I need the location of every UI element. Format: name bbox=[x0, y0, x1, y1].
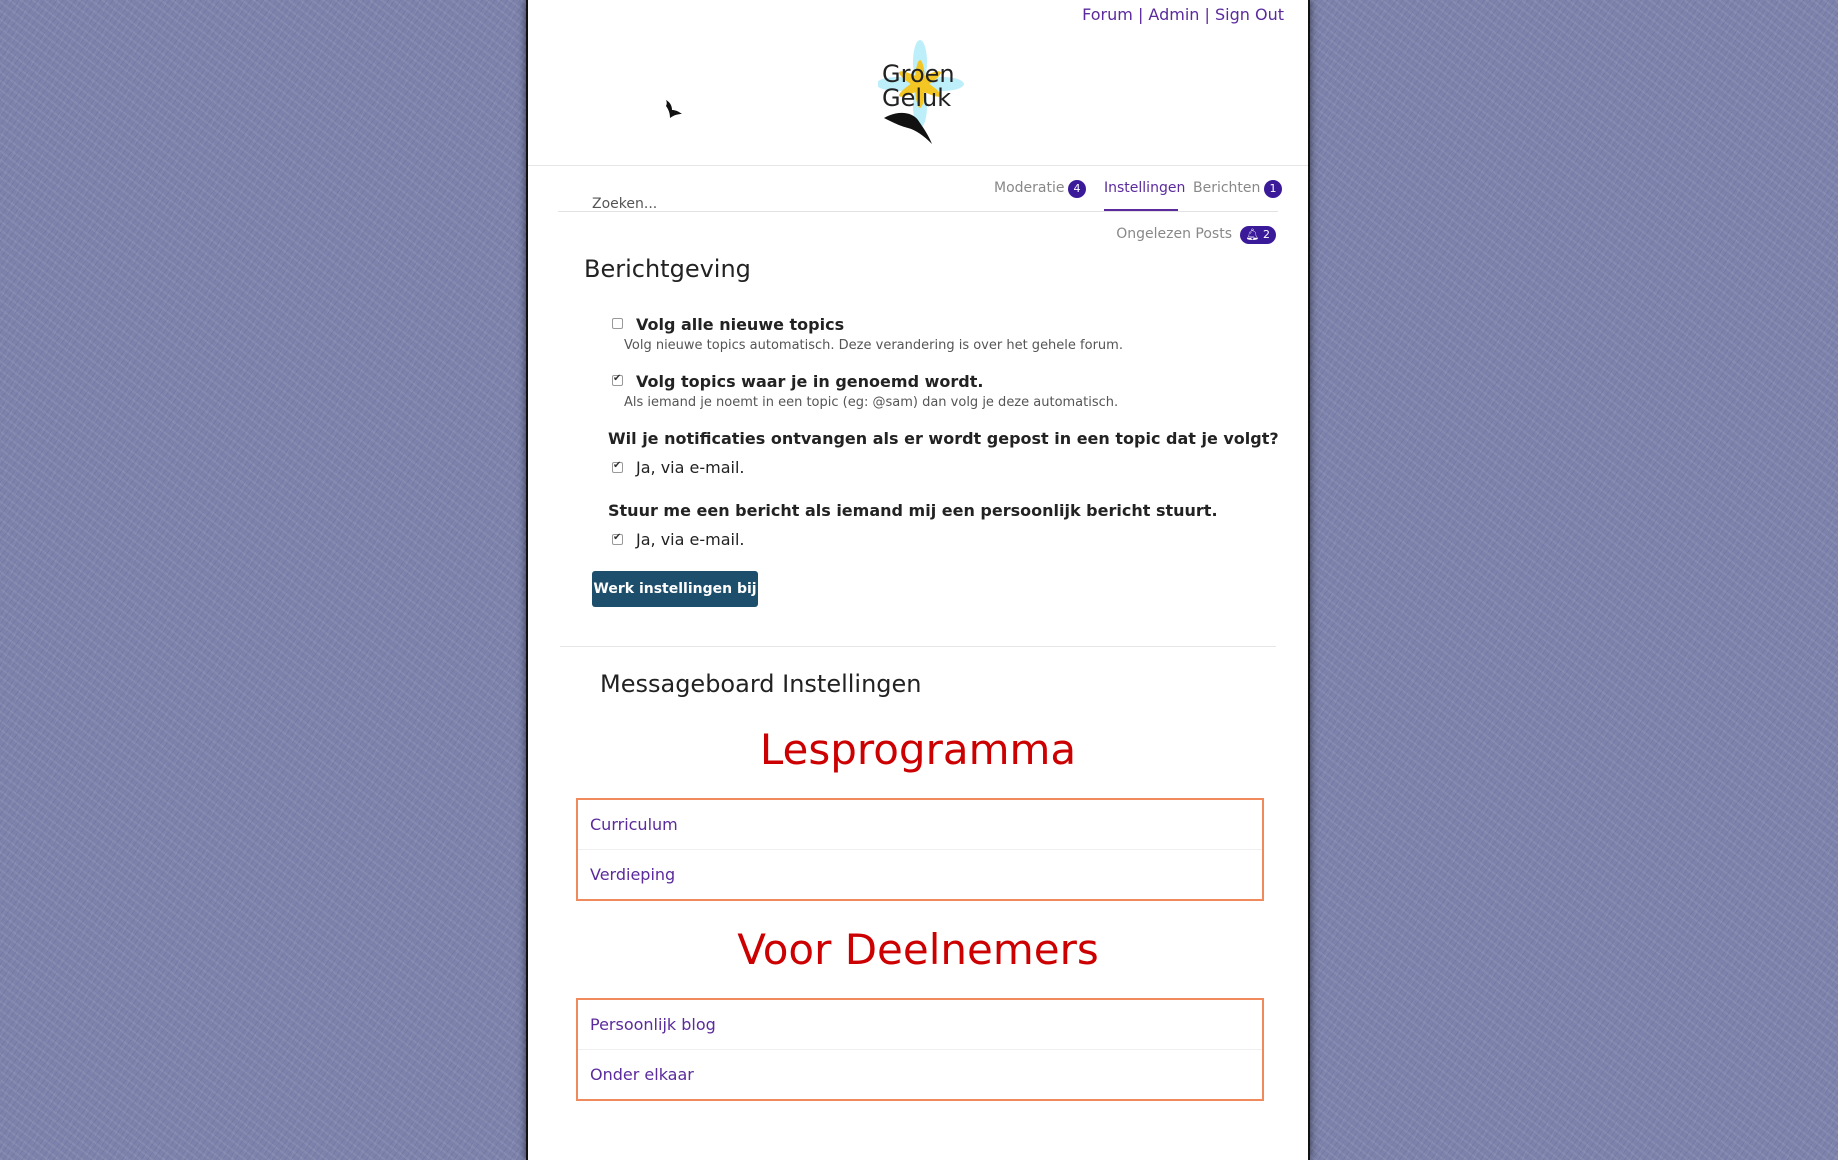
messageboard-heading: Messageboard Instellingen bbox=[600, 670, 922, 698]
berichten-count-badge: 1 bbox=[1264, 180, 1282, 198]
search-input[interactable]: Zoeken... bbox=[592, 196, 657, 212]
group-box-voor-deelnemers: Persoonlijk blog Onder elkaar bbox=[576, 998, 1264, 1101]
unread-count-badge[interactable]: 🔔︎ 2 bbox=[1239, 226, 1276, 244]
forum-link-persoonlijk-blog[interactable]: Persoonlijk blog bbox=[578, 1000, 1262, 1049]
bell-icon: 🔔︎ bbox=[1245, 228, 1260, 241]
follow-mentioned-description: Als iemand je noemt in een topic (eg: @s… bbox=[624, 395, 1119, 410]
section-divider bbox=[560, 646, 1276, 647]
forum-link-curriculum[interactable]: Curriculum bbox=[578, 800, 1262, 849]
topic-email-checkbox[interactable] bbox=[612, 460, 623, 473]
follow-mentioned-title: Volg topics waar je in genoemd wordt. bbox=[636, 372, 984, 391]
notifications-heading: Berichtgeving bbox=[584, 255, 751, 283]
page-container: Forum | Admin | Sign Out Groen Geluk Mod… bbox=[526, 0, 1310, 1160]
top-link-separator: | bbox=[1137, 5, 1144, 24]
topic-notification-question: Wil je notificaties ontvangen als er wor… bbox=[608, 429, 1279, 448]
pm-notification-question: Stuur me een bericht als iemand mij een … bbox=[608, 501, 1218, 520]
pm-email-checkbox[interactable] bbox=[612, 532, 623, 545]
unread-posts-link[interactable]: Ongelezen Posts bbox=[1116, 226, 1232, 242]
header-divider bbox=[528, 165, 1308, 166]
top-link-separator: | bbox=[1204, 5, 1210, 24]
sign-out-link[interactable]: Sign Out bbox=[1215, 5, 1284, 24]
follow-all-title: Volg alle nieuwe topics bbox=[636, 315, 845, 334]
logo-text: Groen Geluk bbox=[882, 60, 955, 112]
group-title-lesprogramma: Lesprogramma bbox=[759, 725, 1077, 774]
admin-link[interactable]: Admin bbox=[1148, 5, 1199, 24]
update-settings-button[interactable]: Werk instellingen bij bbox=[592, 571, 758, 607]
moderatie-count-badge: 4 bbox=[1068, 180, 1086, 198]
topic-email-label: Ja, via e-mail. bbox=[636, 458, 745, 477]
forum-link-onder-elkaar[interactable]: Onder elkaar bbox=[578, 1049, 1262, 1099]
search-underline bbox=[558, 211, 1278, 212]
follow-all-description: Volg nieuwe topics automatisch. Deze ver… bbox=[624, 338, 1123, 353]
top-links: Forum | Admin | Sign Out bbox=[1082, 5, 1284, 24]
pm-email-label: Ja, via e-mail. bbox=[636, 530, 745, 549]
tab-berichten[interactable]: Berichten bbox=[1193, 180, 1260, 196]
tab-instellingen[interactable]: Instellingen bbox=[1104, 180, 1185, 196]
forum-link-verdieping[interactable]: Verdieping bbox=[578, 849, 1262, 899]
group-box-lesprogramma: Curriculum Verdieping bbox=[576, 798, 1264, 901]
group-title-voor-deelnemers: Voor Deelnemers bbox=[737, 925, 1099, 974]
follow-mentioned-checkbox[interactable] bbox=[612, 373, 623, 386]
bird-icon bbox=[662, 98, 686, 126]
follow-all-checkbox[interactable] bbox=[612, 318, 623, 329]
forum-link[interactable]: Forum bbox=[1082, 5, 1133, 24]
tab-moderatie[interactable]: Moderatie bbox=[994, 180, 1064, 196]
